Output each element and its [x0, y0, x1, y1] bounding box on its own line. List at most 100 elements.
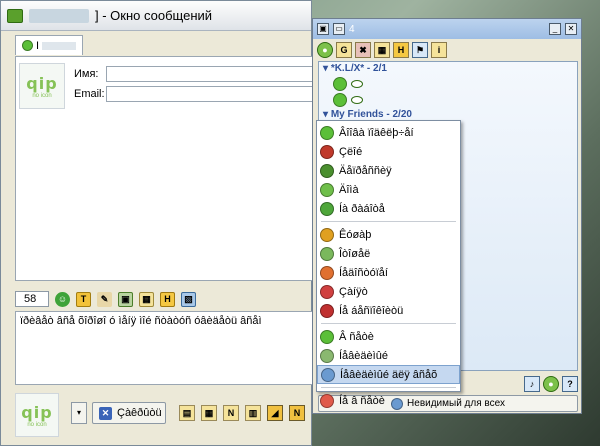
menu-item-status[interactable]: Íå áåñïîêîèòü [317, 301, 460, 320]
angry-status-icon [320, 144, 334, 159]
contact-row[interactable] [319, 76, 577, 92]
busy-status-icon [320, 284, 334, 299]
collapse-chevron-icon: ▾ [323, 109, 329, 120]
menu-item-status[interactable]: Äåïðåññèÿ [317, 161, 460, 180]
chat-title-bar: ] - Окно сообщений [1, 1, 311, 31]
box-icon[interactable]: ▦ [139, 291, 154, 307]
avatar-logo-text: qip [26, 73, 58, 93]
pin-icon[interactable]: ▣ [317, 23, 329, 35]
history-icon[interactable]: H [393, 42, 409, 58]
contact-list-toolbar: ● G ✖ ▦ H ⚑ i [313, 39, 581, 61]
depression-status-icon [320, 163, 334, 178]
menu-item-label: Êóøàþ [339, 228, 372, 241]
enter-key-icon[interactable]: N [289, 405, 305, 421]
group-header[interactable]: ▾ *K.L/X* - 2/1 [319, 62, 577, 76]
menu-item-label: Íåâèäèìûé äëÿ âñåõ [340, 368, 438, 381]
invisible-status-icon [320, 348, 334, 363]
translit-icon[interactable]: ▥ [245, 405, 261, 421]
options-dropdown-button[interactable]: ▾ [71, 402, 87, 424]
minimize-icon[interactable]: ▭ [333, 23, 345, 35]
email-field[interactable] [106, 86, 316, 102]
menu-item-label: Çëîé [339, 145, 363, 158]
format-icon[interactable]: ▤ [179, 405, 195, 421]
menu-item-status[interactable]: Êóøàþ [317, 225, 460, 244]
menu-item-status[interactable]: Äîìà [317, 180, 460, 199]
offline-filter-icon[interactable]: ✖ [355, 42, 371, 58]
offline-status-icon [320, 393, 334, 408]
menu-item-status[interactable]: Íåâèäèìûé [317, 346, 460, 365]
find-contact-icon[interactable]: ▦ [374, 42, 390, 58]
dnd-status-icon [320, 303, 334, 318]
chat-title-text: ] - Окно сообщений [95, 8, 213, 23]
contact-list-title: 4 [349, 23, 355, 35]
invisible-for-all-status-icon [321, 367, 335, 382]
menu-item-status[interactable]: Âîîâà ïîäêëþ÷åí [317, 123, 460, 142]
help-icon[interactable]: ? [562, 376, 578, 392]
notes-icon[interactable]: N [223, 405, 239, 421]
menu-item-label: Äîìà [339, 183, 359, 196]
history-h-icon[interactable]: H [160, 291, 175, 307]
chat-tab[interactable]: I [15, 35, 83, 55]
eating-status-icon [320, 227, 334, 242]
groups-icon[interactable]: G [336, 42, 352, 58]
close-chat-button[interactable]: ✕ Çàêðûòü [92, 402, 166, 424]
menu-item-status[interactable]: Çëîé [317, 142, 460, 161]
home-status-icon [320, 182, 334, 197]
chat-tab-label: I [36, 39, 40, 52]
menu-item-label: Â ñåòè [339, 330, 374, 343]
paint-icon[interactable]: ✎ [97, 291, 112, 307]
main-menu-icon[interactable]: ● [317, 42, 333, 58]
menu-item-status[interactable]: Â ñåòè [317, 327, 460, 346]
na-status-icon [320, 265, 334, 280]
own-avatar-logo-text: qip [21, 402, 53, 422]
avatar-logo-subtext: no icon [32, 92, 52, 99]
menu-item-label: Îòîøåë [339, 247, 371, 260]
chat-app-icon [7, 8, 23, 23]
save-icon[interactable]: ▣ [118, 291, 133, 307]
font-t-icon[interactable]: T [76, 291, 91, 307]
menu-item-status[interactable]: Íåâèäèìûé äëÿ âñåõ [317, 365, 460, 384]
collapse-chevron-icon: ▾ [323, 63, 329, 74]
menu-item-status[interactable]: Íåäîñòóïåí [317, 263, 460, 282]
name-field[interactable] [106, 66, 316, 82]
settings-icon[interactable]: ⚑ [412, 42, 428, 58]
char-counter: 58 [15, 291, 49, 307]
sound-icon[interactable]: ♪ [524, 376, 540, 392]
menu-item-label: Çàíÿò [339, 285, 368, 298]
template-icon[interactable]: ▦ [201, 405, 217, 421]
email-label: Email: [74, 88, 105, 100]
menu-item-status[interactable]: Íà ðàáîòå [317, 199, 460, 218]
online-status-icon [333, 93, 347, 107]
emoticon-icon[interactable]: ☺ [55, 291, 70, 307]
away-status-icon [320, 246, 334, 261]
happy-status-icon [320, 125, 334, 140]
tab-name-redacted [42, 41, 77, 50]
eye-icon [351, 80, 363, 88]
image-icon[interactable]: ▧ [181, 291, 196, 307]
menu-item-status[interactable]: Íå â ñåòè [317, 391, 460, 410]
contact-avatar: qip no icon [19, 63, 65, 109]
menu-item-label: Íå â ñåòè [339, 394, 385, 407]
menu-item-label: Íåâèäèìûé [339, 349, 388, 362]
window-minimize-button[interactable]: _ [549, 23, 561, 35]
send-mode-icon[interactable]: ◢ [267, 405, 283, 421]
menu-item-label: Âîîâà ïîäêëþ÷åí [339, 126, 414, 139]
info-icon[interactable]: i [431, 42, 447, 58]
contact-row[interactable] [319, 92, 577, 108]
chat-window: ] - Окно сообщений I qip no icon Имя: Em… [0, 0, 316, 446]
menu-item-label: Íà ðàáîòå [339, 202, 385, 215]
menu-item-status[interactable]: Çàíÿò [317, 282, 460, 301]
menu-item-status[interactable]: Îòîøåë [317, 244, 460, 263]
name-label: Имя: [74, 68, 99, 80]
work-status-icon [320, 201, 334, 216]
status-icon[interactable]: ● [543, 376, 559, 392]
window-close-button[interactable]: ✕ [565, 23, 577, 35]
menu-item-label: Äåïðåññèÿ [339, 164, 392, 177]
group-name: My Friends - 2/20 [330, 109, 412, 120]
own-avatar: qip no icon [15, 393, 59, 437]
contact-name-redacted [29, 8, 89, 23]
contact-list-title-bar: ▣ ▭ 4 _ ✕ [313, 19, 581, 39]
message-input[interactable]: ïðèâåò âñå õîðîøî ó ìåíÿ ìîé ñòàòóñ óâèä… [15, 311, 313, 385]
close-button-label: Çàêðûòü [117, 407, 162, 419]
contact-info-panel: qip no icon Имя: Email: [15, 56, 316, 281]
